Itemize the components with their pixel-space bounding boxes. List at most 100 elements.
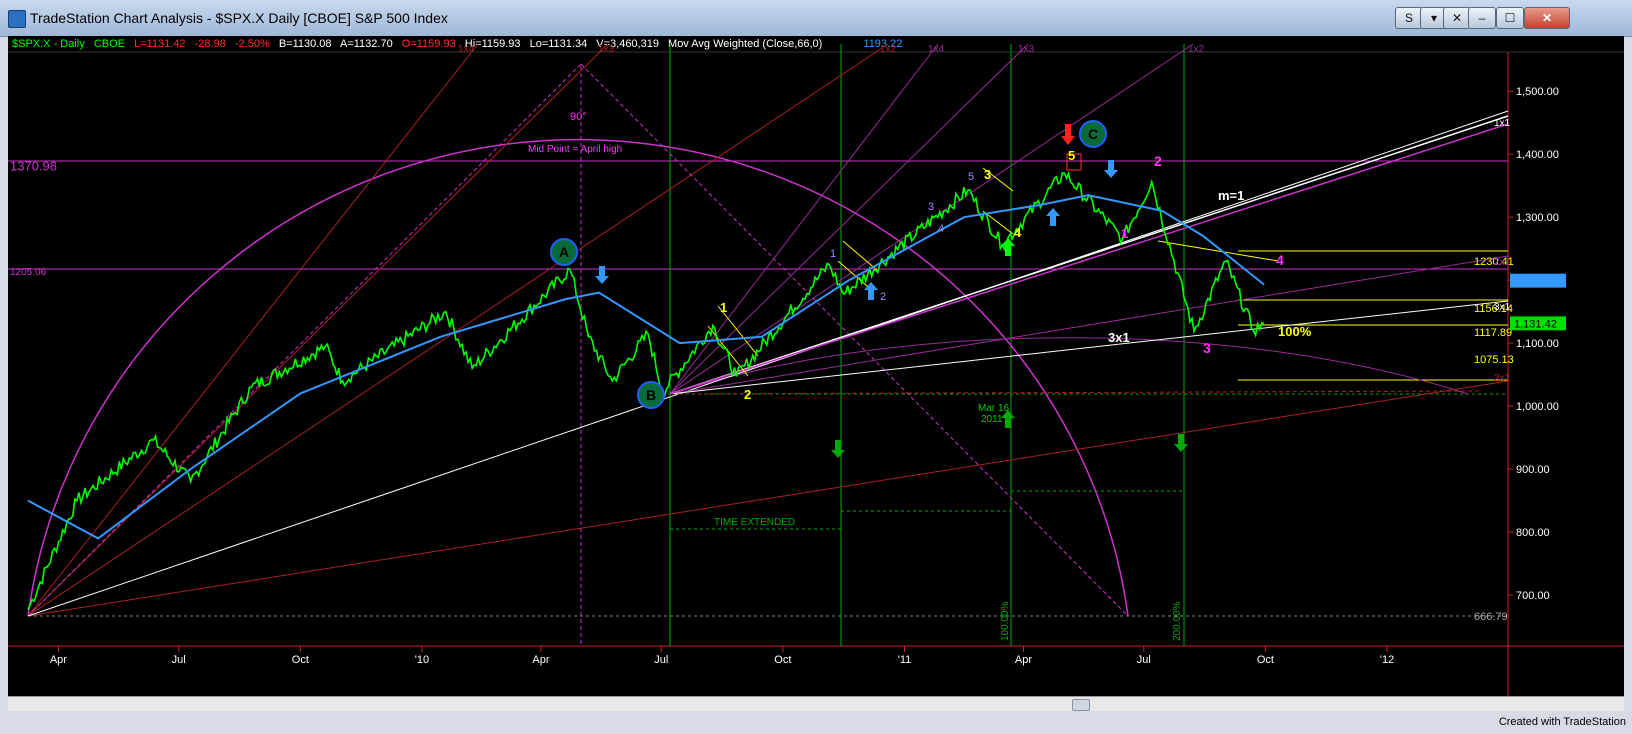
x-tick-label: Apr [50, 654, 67, 666]
footer-text: Created with TradeStation [1498, 716, 1626, 728]
fan-b-1x3 [669, 43, 1029, 395]
m1-note: m=1 [1218, 188, 1244, 203]
arrow-icon [595, 160, 1118, 300]
window-titlebar: TradeStation Chart Analysis - $SPX.X Dai… [0, 0, 1632, 37]
price-label: 1,199.22 [1514, 276, 1557, 288]
gann-label-10: 2x1 [1494, 373, 1511, 384]
gann-label-6: 1x2 [1188, 44, 1205, 55]
wave-m-3: 3 [1203, 340, 1211, 356]
x-tick-label: '11 [898, 654, 912, 666]
100-percent-note: 100% [1278, 324, 1312, 339]
level-label: 1370.98 [10, 158, 57, 173]
wave-v-3: 3 [928, 201, 934, 213]
gann-fan-1x4 [27, 43, 479, 617]
200pct-time-note: 200.00% [1172, 601, 1183, 641]
year-note: 2011 [981, 414, 1003, 425]
wave-m-2: 2 [1154, 153, 1162, 169]
wave-b-label: B [646, 387, 656, 403]
wave-v-4: 4 [938, 223, 944, 235]
price-labels: 1230.411,199.221156.141117.891,131.42107… [1474, 256, 1566, 623]
gann-label-1: 1x4 [458, 44, 475, 55]
gann-fan-1x2 [27, 43, 889, 617]
x-tick-label: Oct [774, 654, 791, 666]
gann-label-5: 1x3 [1018, 44, 1035, 55]
price-label: 1075.13 [1474, 354, 1514, 366]
y-tick-label: 700.00 [1516, 590, 1550, 602]
maximize-button[interactable]: ☐ [1496, 7, 1524, 29]
gann-label-8: 2x1 [1494, 257, 1511, 268]
wave-a-label: A [559, 244, 569, 260]
ma-series [27, 194, 1265, 540]
wave-y-4: 4 [1014, 225, 1022, 240]
minimize-button[interactable]: – [1468, 7, 1496, 29]
gann-fan-1x1-white [27, 110, 1509, 617]
wave-y-1: 1 [720, 300, 727, 315]
level-labels: 1370.98 1205.06 [10, 158, 57, 278]
x-tick-label: '12 [1380, 654, 1394, 666]
wave-y-2: 2 [744, 387, 751, 402]
wave-y-3: 3 [984, 167, 991, 182]
x-tick-label: Jul [654, 654, 668, 666]
green-down-arrow-icon [831, 440, 845, 458]
gann-arc-small [669, 337, 1469, 395]
x-tick-label: Apr [1015, 654, 1032, 666]
price-label: 1117.89 [1474, 327, 1512, 339]
gann-label-3: 1x2 [880, 44, 897, 55]
price-label: 666.79 [1474, 611, 1508, 623]
x-tick-label: Jul [1137, 654, 1151, 666]
wave-y-5: 5 [1068, 148, 1075, 163]
gann-label-4: 1x4 [928, 44, 945, 55]
gann-label-9: 3x1 [1494, 302, 1511, 313]
y-tick-label: 900.00 [1516, 464, 1550, 476]
mar16-note: Mar 16 [978, 403, 1010, 414]
scroll-thumb[interactable] [1072, 699, 1090, 711]
gann-label-7: 1x1 [1494, 118, 1511, 129]
gann-diagonal-down [580, 63, 1129, 617]
y-tick-label: 1,400.00 [1516, 149, 1559, 161]
midpoint-note: Mid Point = April high [528, 144, 622, 155]
wave-m-1: 1 [1121, 226, 1128, 241]
price-label: 1,131.42 [1514, 318, 1557, 330]
gann-diagonal-up [27, 63, 582, 617]
level-label: 1205.06 [10, 267, 47, 278]
wave-v-1: 1 [830, 248, 836, 260]
wave-channel-6 [982, 210, 1014, 235]
y-tick-label: 1,500.00 [1516, 86, 1559, 98]
symbol-button[interactable]: S [1395, 7, 1423, 29]
y-tick-label: 1,100.00 [1516, 338, 1559, 350]
wave-m-4: 4 [1276, 252, 1284, 268]
horizontal-scrollbar[interactable] [8, 696, 1624, 711]
app-icon [8, 10, 26, 28]
x-tick-label: Oct [1257, 654, 1274, 666]
gann-label-2: 1x3 [598, 44, 615, 55]
wave-c-label: C [1088, 126, 1098, 142]
wave-v-5: 5 [968, 171, 974, 183]
y-tick-label: 1,000.00 [1516, 401, 1559, 413]
chart-close-button[interactable]: ✕ [1443, 7, 1471, 29]
x-tick-label: Apr [532, 654, 549, 666]
x-tick-label: Oct [292, 654, 309, 666]
y-tick-label: 1,300.00 [1516, 212, 1559, 224]
window-title: TradeStation Chart Analysis - $SPX.X Dai… [30, 10, 448, 26]
gann-arc-large [27, 138, 1129, 617]
price-chart-svg[interactable]: 1,500.001,400.001,300.001,200.001,100.00… [8, 36, 1624, 696]
y-tick-label: 800.00 [1516, 527, 1550, 539]
3x1-note: 3x1 [1108, 330, 1130, 345]
ninety-degree-note: 90° [570, 111, 587, 123]
x-axis-ticks: Apr Jul Oct '10 Apr Jul Oct '11 Apr Jul Oct '12 [50, 646, 1394, 666]
close-button[interactable]: ✕ [1524, 7, 1570, 29]
chart-area[interactable]: $SPX.X - Daily CBOE L=1131.42 -28.98 -2.… [8, 36, 1624, 696]
x-tick-label: Jul [172, 654, 186, 666]
fan-b-dashed [669, 390, 1479, 395]
green-down-arrow-icon-2 [1174, 434, 1188, 452]
100pct-time-note: 100.00% [1000, 601, 1011, 641]
x-tick-label: '10 [415, 654, 429, 666]
red-arrow-icon [1061, 124, 1075, 145]
fan-b-1x1 [669, 115, 1509, 395]
wave-v-2: 2 [880, 291, 886, 303]
fan-b-1x1-magenta [669, 123, 1509, 395]
gann-fan-2x1 [27, 380, 1509, 617]
y-axis-ticks: 1,500.001,400.001,300.001,200.001,100.00… [1508, 86, 1559, 602]
time-extended-note: TIME EXTENDED [714, 517, 795, 528]
gann-fan-1x3 [27, 43, 609, 617]
